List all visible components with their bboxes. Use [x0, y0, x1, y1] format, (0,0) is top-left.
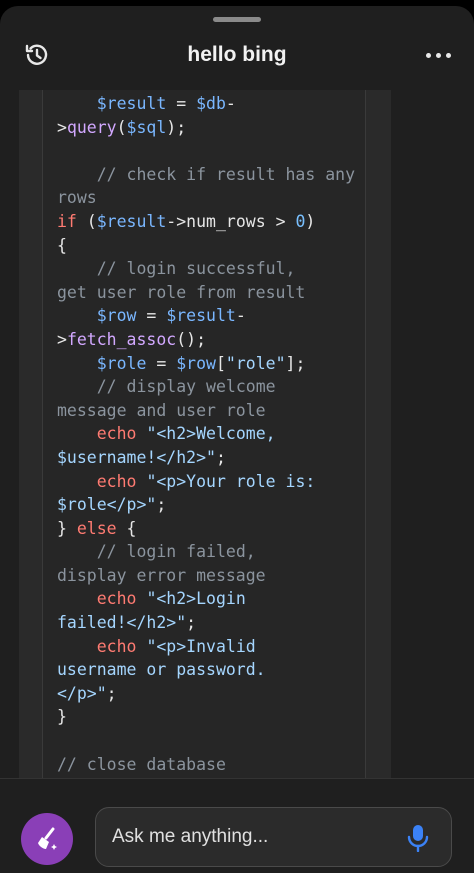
code-line: } else {: [57, 518, 137, 538]
code-line: $result = $db-: [96, 94, 236, 113]
code-line: $role = $row["role"];: [96, 353, 306, 373]
code-line: echo "<p>Your role is:: [96, 471, 316, 491]
code-line: echo "<p>Invalid: [96, 636, 256, 656]
header: hello bing: [0, 30, 474, 86]
code-line: // login successful,: [96, 259, 296, 279]
code-line: echo "<h2>Welcome,: [96, 424, 276, 444]
code-line: rows: [57, 188, 97, 208]
code-line: get user role from result: [57, 282, 306, 302]
microphone-icon[interactable]: [407, 824, 429, 853]
code-line: echo "<h2>Login: [96, 589, 246, 609]
drag-handle[interactable]: [213, 17, 261, 22]
new-topic-button[interactable]: [21, 813, 73, 865]
code-line: >fetch_assoc();: [57, 329, 207, 349]
code-line: // check if result has any: [96, 164, 356, 184]
composer-bar: Ask me anything...: [0, 778, 474, 873]
ask-input-placeholder: Ask me anything...: [112, 826, 269, 847]
code-line: display error message: [57, 565, 266, 585]
code-line: failed!</h2>";: [57, 613, 197, 633]
code-line: message and user role: [57, 400, 266, 420]
code-line: // close database: [57, 754, 226, 774]
code-line: {: [57, 235, 67, 255]
code-text: $result = $db- >query($sql); // check if …: [57, 92, 357, 776]
more-options-button[interactable]: [418, 44, 458, 66]
code-line: $username!</h2>";: [57, 447, 226, 467]
chat-title: hello bing: [187, 43, 287, 66]
more-icon: [425, 52, 431, 58]
code-line: }: [57, 707, 67, 727]
code-line: // display welcome: [96, 377, 276, 397]
ask-input[interactable]: Ask me anything...: [95, 807, 452, 867]
code-line: // login failed,: [96, 542, 256, 562]
broom-icon: [38, 827, 57, 850]
code-line: </p>";: [57, 683, 117, 703]
code-line: if ($result->num_rows > 0): [57, 211, 316, 231]
code-line: $row = $result-: [96, 306, 246, 326]
code-line: $role</p>";: [57, 495, 167, 515]
code-line: >query($sql);: [57, 117, 187, 137]
code-line: username or password.: [57, 660, 266, 680]
